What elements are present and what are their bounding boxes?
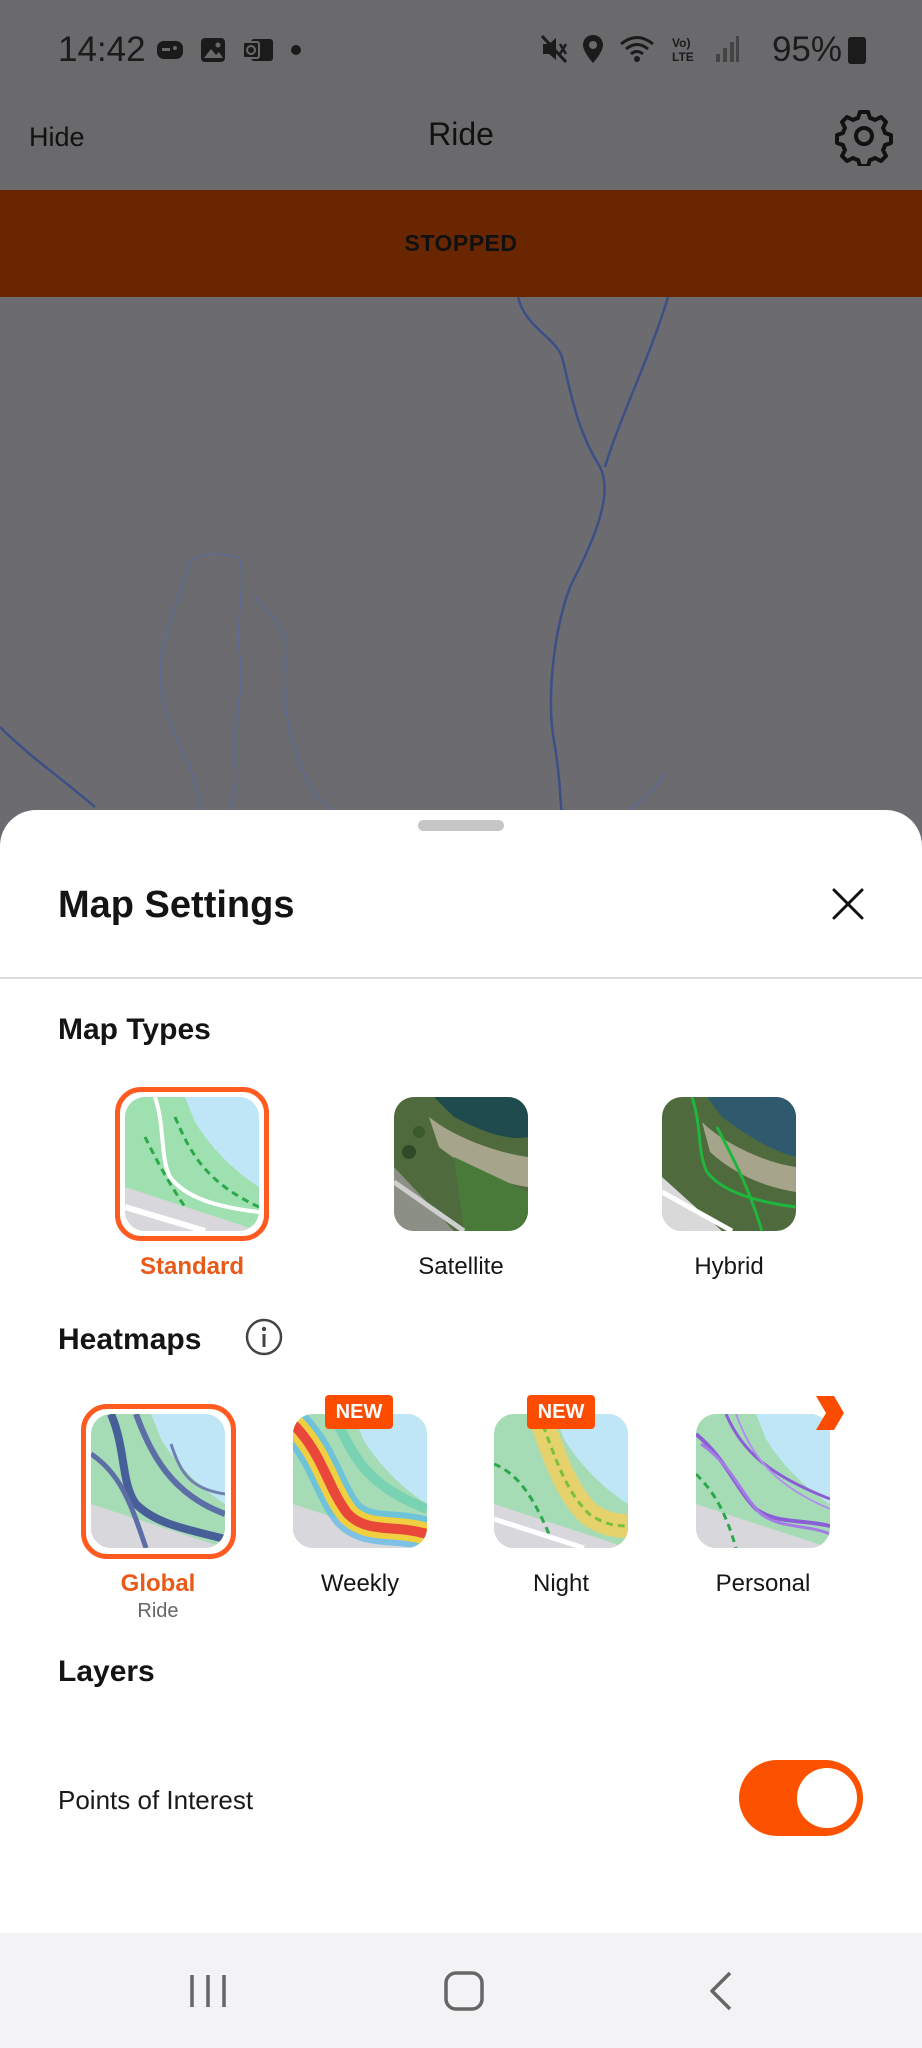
signal-icon	[716, 36, 739, 62]
svg-text:Vo): Vo)	[672, 36, 690, 50]
layers-heading: Layers	[58, 1655, 155, 1688]
heatmap-personal-tile[interactable]	[696, 1414, 830, 1548]
home-icon[interactable]	[440, 1967, 488, 2015]
recents-icon[interactable]	[184, 1967, 232, 2015]
heatmap-weekly-label: Weekly	[320, 1570, 400, 1597]
map-types-heading: Map Types	[58, 1013, 211, 1046]
gallery-icon	[201, 38, 225, 62]
close-icon[interactable]	[830, 886, 866, 922]
heatmap-global-sublabel: Ride	[137, 1600, 179, 1622]
map-view[interactable]	[0, 296, 922, 818]
wifi-icon	[620, 36, 654, 62]
points-of-interest-toggle[interactable]	[739, 1760, 863, 1836]
heatmap-personal-label: Personal	[715, 1570, 811, 1597]
app-bar: Hide Ride	[0, 100, 922, 190]
standard-map-thumbnail	[125, 1097, 259, 1231]
new-badge: NEW	[325, 1395, 393, 1429]
outlook-icon	[242, 39, 273, 61]
status-time: 14:42	[58, 30, 146, 69]
toggle-knob	[797, 1768, 857, 1828]
battery-percent: 95%	[771, 30, 842, 69]
volte-icon: Vo)LTE	[672, 36, 694, 64]
map-type-satellite-tile[interactable]	[394, 1097, 528, 1231]
map-type-hybrid-tile[interactable]	[662, 1097, 796, 1231]
map-type-standard-tile[interactable]	[125, 1097, 259, 1231]
divider	[0, 977, 922, 979]
satellite-map-thumbnail	[394, 1097, 528, 1231]
gear-icon[interactable]	[834, 106, 894, 166]
dot-icon	[291, 45, 301, 55]
svg-text:LTE: LTE	[672, 50, 694, 64]
back-icon[interactable]	[698, 1967, 746, 2015]
page-title: Ride	[428, 116, 494, 152]
weekly-heatmap-thumbnail	[293, 1414, 427, 1548]
points-of-interest-label: Points of Interest	[58, 1785, 254, 1815]
ride-status-text: STOPPED	[404, 230, 518, 256]
heatmap-global-tile[interactable]	[91, 1414, 225, 1548]
map-type-hybrid-label: Hybrid	[694, 1253, 764, 1280]
heatmap-global-label: Global	[120, 1570, 196, 1597]
heatmap-night-tile[interactable]	[494, 1414, 628, 1548]
ride-status-banner: STOPPED	[0, 190, 922, 297]
map-type-satellite-label: Satellite	[418, 1253, 504, 1280]
status-right-icons: Vo) LTE	[540, 34, 740, 64]
subscription-badge-icon	[816, 1396, 844, 1430]
global-heatmap-thumbnail	[91, 1414, 225, 1548]
map-settings-sheet: Map Settings Map Types Standard Satellit…	[0, 810, 922, 1933]
heatmaps-heading: Heatmaps	[58, 1323, 202, 1356]
hybrid-map-thumbnail	[662, 1097, 796, 1231]
info-icon[interactable]	[244, 1317, 284, 1357]
sheet-drag-handle[interactable]	[418, 820, 504, 831]
sheet-title: Map Settings	[58, 884, 295, 926]
map-type-standard-label: Standard	[139, 1253, 244, 1280]
night-heatmap-thumbnail	[494, 1414, 628, 1548]
mute-icon	[540, 34, 568, 64]
personal-heatmap-thumbnail	[696, 1414, 830, 1548]
location-icon	[583, 35, 603, 63]
new-badge: NEW	[527, 1395, 595, 1429]
heatmap-night-label: Night	[532, 1570, 590, 1597]
map-routes	[0, 296, 670, 818]
battery-icon	[848, 37, 866, 64]
system-nav-bar	[0, 1933, 922, 2048]
game-icon	[157, 41, 183, 59]
heatmap-weekly-tile[interactable]	[293, 1414, 427, 1548]
status-left-icons	[155, 36, 303, 64]
status-bar: 14:42 Vo) LTE 95%	[0, 0, 922, 100]
